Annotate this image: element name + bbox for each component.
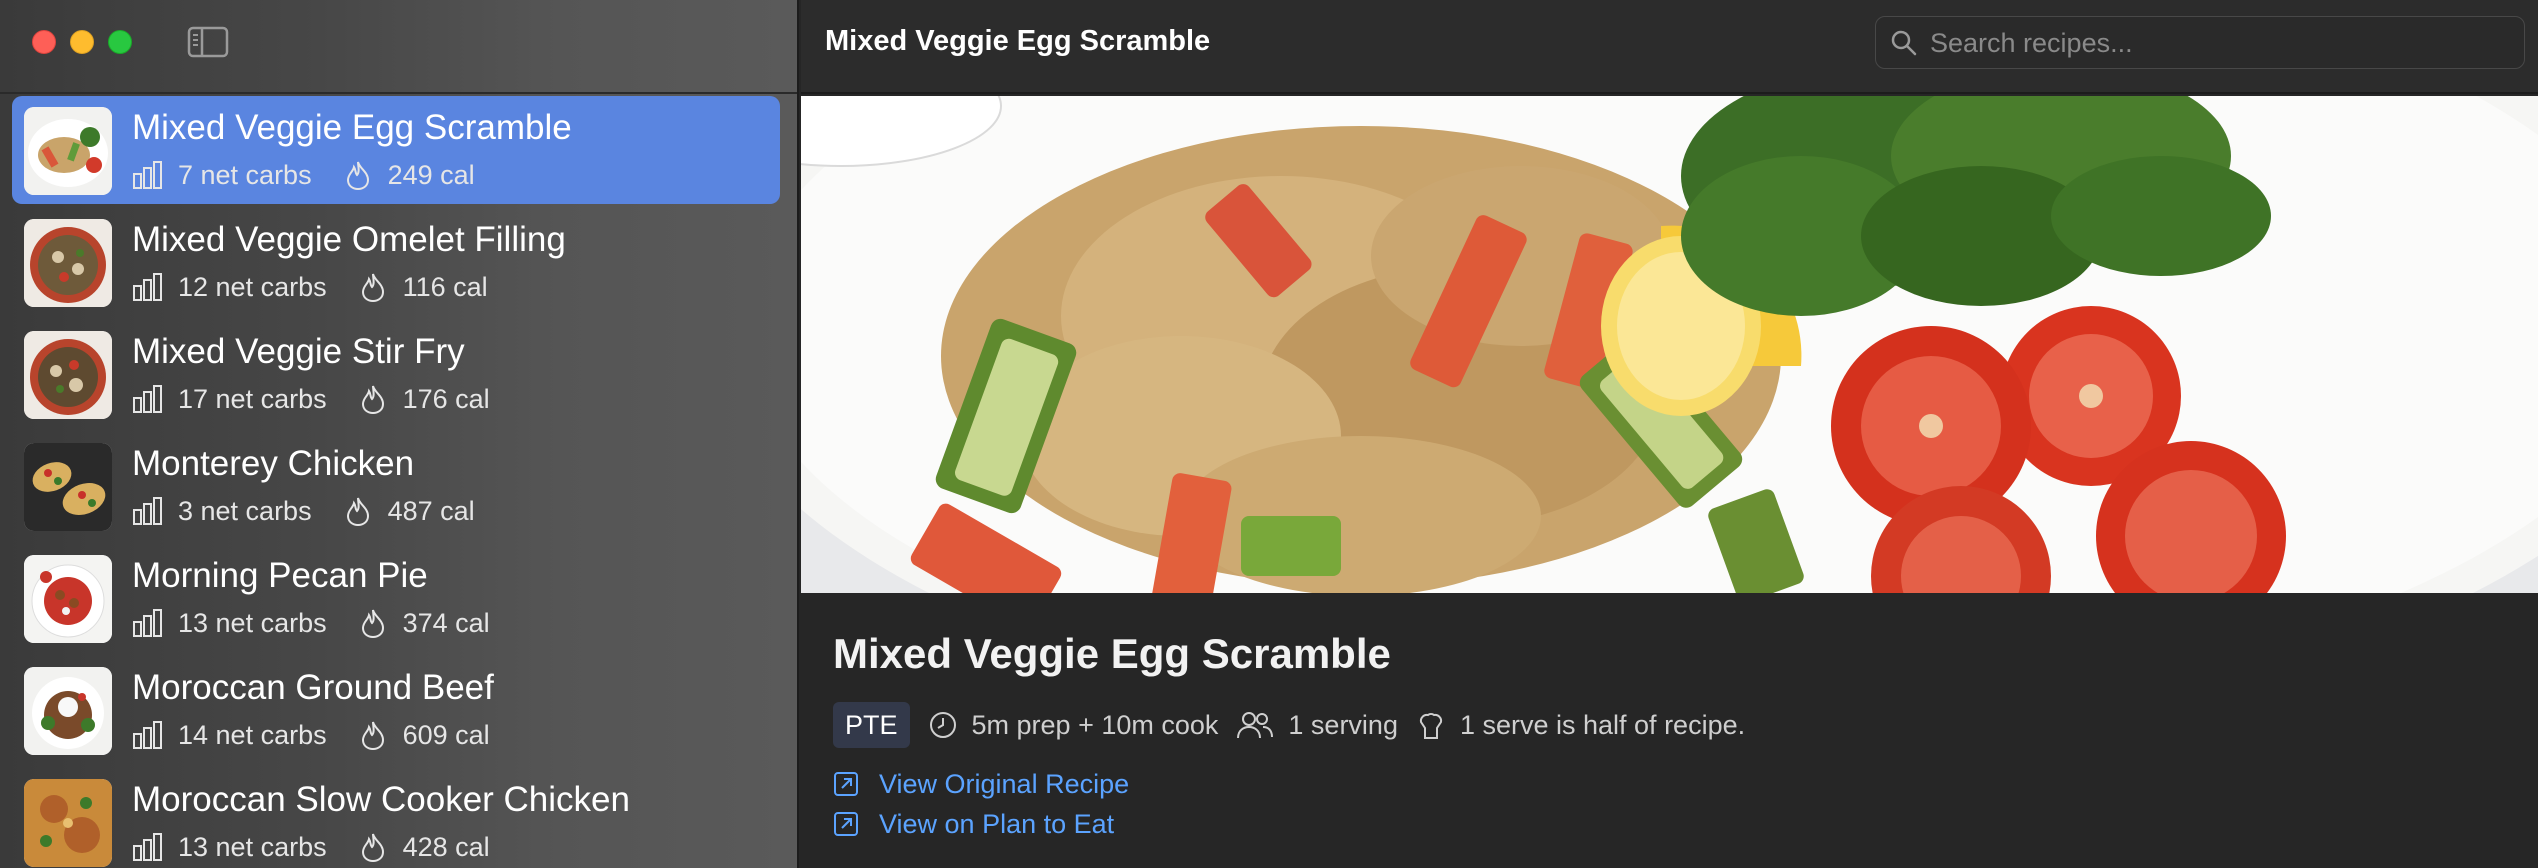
flame-icon — [346, 161, 369, 190]
recipe-title: Mixed Veggie Omelet Filling — [132, 220, 566, 259]
toolbar: Mixed Veggie Egg Scramble — [801, 0, 2538, 94]
recipe-thumbnail — [24, 107, 112, 195]
calories: 249 cal — [387, 159, 475, 190]
recipe-meta: 7 net carbs 249 cal — [132, 158, 475, 192]
recipe-item-mixed-veggie-stir-fry[interactable]: Mixed Veggie Stir Fry 17 net carbs 176 c… — [12, 320, 780, 428]
recipe-meta: 12 net carbs 116 cal — [132, 270, 488, 304]
calories: 374 cal — [402, 607, 490, 638]
recipe-item-moroccan-ground-beef[interactable]: Moroccan Ground Beef 14 net carbs 609 ca… — [12, 656, 780, 764]
calories: 428 cal — [402, 831, 490, 862]
calories: 609 cal — [402, 719, 490, 750]
calories: 176 cal — [402, 383, 490, 414]
recipe-meta: 13 net carbs 428 cal — [132, 830, 490, 864]
view-on-plan-to-eat-link[interactable]: View on Plan to Eat — [833, 804, 1129, 844]
bar-chart-icon — [133, 385, 162, 413]
view-on-plan-to-eat-label[interactable]: View on Plan to Eat — [879, 809, 1114, 840]
net-carbs: 7 net carbs — [178, 159, 312, 190]
search-icon — [1891, 30, 1917, 56]
flame-icon — [361, 385, 384, 414]
flame-icon — [361, 833, 384, 862]
flame-icon — [346, 497, 369, 526]
recipe-title: Moroccan Slow Cooker Chicken — [132, 780, 630, 819]
recipe-thumbnail — [24, 443, 112, 531]
bar-chart-icon — [133, 609, 162, 637]
bar-chart-icon — [133, 833, 162, 861]
recipe-thumbnail — [24, 555, 112, 643]
window-title: Mixed Veggie Egg Scramble — [825, 25, 1211, 57]
net-carbs: 13 net carbs — [178, 607, 327, 638]
recipe-item-mixed-veggie-omelet-filling[interactable]: Mixed Veggie Omelet Filling 12 net carbs… — [12, 208, 780, 316]
net-carbs: 3 net carbs — [178, 495, 312, 526]
servings: 1 serving — [1288, 709, 1398, 740]
recipe-info: Mixed Veggie Egg Scramble PTE 5m prep + … — [833, 630, 2513, 839]
search-field[interactable] — [1875, 16, 2525, 69]
recipe-thumbnail — [24, 779, 112, 867]
flame-icon — [361, 609, 384, 638]
search-input[interactable] — [1930, 25, 2510, 61]
recipe-links: View Original Recipe View on Plan to Eat — [833, 764, 1129, 844]
view-original-recipe-link[interactable]: View Original Recipe — [833, 764, 1129, 804]
sidebar: Mixed Veggie Egg Scramble 7 net carbs 24… — [0, 0, 799, 868]
recipe-title: Mixed Veggie Egg Scramble — [132, 108, 572, 147]
cook-time: 5m prep + 10m cook — [971, 709, 1219, 740]
recipe-item-morning-pecan-pie[interactable]: Morning Pecan Pie 13 net carbs 374 cal — [12, 544, 780, 652]
recipe-title: Moroccan Ground Beef — [132, 668, 494, 707]
chef-hat-icon — [1419, 713, 1443, 739]
flame-icon — [361, 273, 384, 302]
recipe-list: Mixed Veggie Egg Scramble 7 net carbs 24… — [0, 96, 797, 868]
external-link-icon — [834, 772, 858, 796]
recipe-thumbnail — [24, 219, 112, 307]
recipe-item-moroccan-slow-cooker-chicken[interactable]: Moroccan Slow Cooker Chicken 13 net carb… — [12, 768, 780, 868]
recipe-meta: 13 net carbs 374 cal — [132, 606, 490, 640]
calories: 487 cal — [387, 495, 475, 526]
sidebar-toggle-icon[interactable] — [187, 26, 229, 58]
people-icon — [1237, 712, 1274, 739]
net-carbs: 14 net carbs — [178, 719, 327, 750]
net-carbs: 13 net carbs — [178, 831, 327, 862]
source-badge: PTE — [833, 702, 910, 748]
external-link-icon — [834, 812, 858, 836]
recipe-item-monterey-chicken[interactable]: Monterey Chicken 3 net carbs 487 cal — [12, 432, 780, 540]
recipe-meta: 17 net carbs 176 cal — [132, 382, 490, 416]
bar-chart-icon — [133, 497, 162, 525]
net-carbs: 12 net carbs — [178, 271, 327, 302]
serving-note: 1 serve is half of recipe. — [1459, 709, 1746, 740]
clock-icon — [929, 712, 956, 738]
bar-chart-icon — [133, 721, 162, 749]
recipe-hero-image — [801, 96, 2538, 593]
recipe-item-mixed-veggie-egg-scramble[interactable]: Mixed Veggie Egg Scramble 7 net carbs 24… — [12, 96, 780, 204]
recipe-meta: 3 net carbs 487 cal — [132, 494, 475, 528]
sidebar-titlebar — [0, 0, 797, 94]
zoom-window-button[interactable] — [108, 30, 132, 54]
recipe-title: Monterey Chicken — [132, 444, 415, 483]
recipe-detail-pane: Mixed Veggie Egg Scramble Search recipes… — [801, 0, 2538, 868]
close-window-button[interactable] — [32, 30, 56, 54]
calories: 116 cal — [402, 271, 488, 302]
recipe-thumbnail — [24, 667, 112, 755]
recipe-title: Morning Pecan Pie — [132, 556, 428, 595]
minimize-window-button[interactable] — [70, 30, 94, 54]
recipe-title: Mixed Veggie Stir Fry — [132, 332, 465, 371]
recipe-thumbnail — [24, 331, 112, 419]
recipe-info-row: PTE 5m prep + 10m cook 1 serving 1 serve… — [833, 702, 1745, 748]
view-original-recipe-label[interactable]: View Original Recipe — [879, 769, 1129, 800]
recipe-detail-title: Mixed Veggie Egg Scramble — [833, 630, 1391, 677]
flame-icon — [361, 721, 384, 750]
bar-chart-icon — [133, 161, 162, 189]
bar-chart-icon — [133, 273, 162, 301]
recipe-meta: 14 net carbs 609 cal — [132, 718, 490, 752]
net-carbs: 17 net carbs — [178, 383, 327, 414]
